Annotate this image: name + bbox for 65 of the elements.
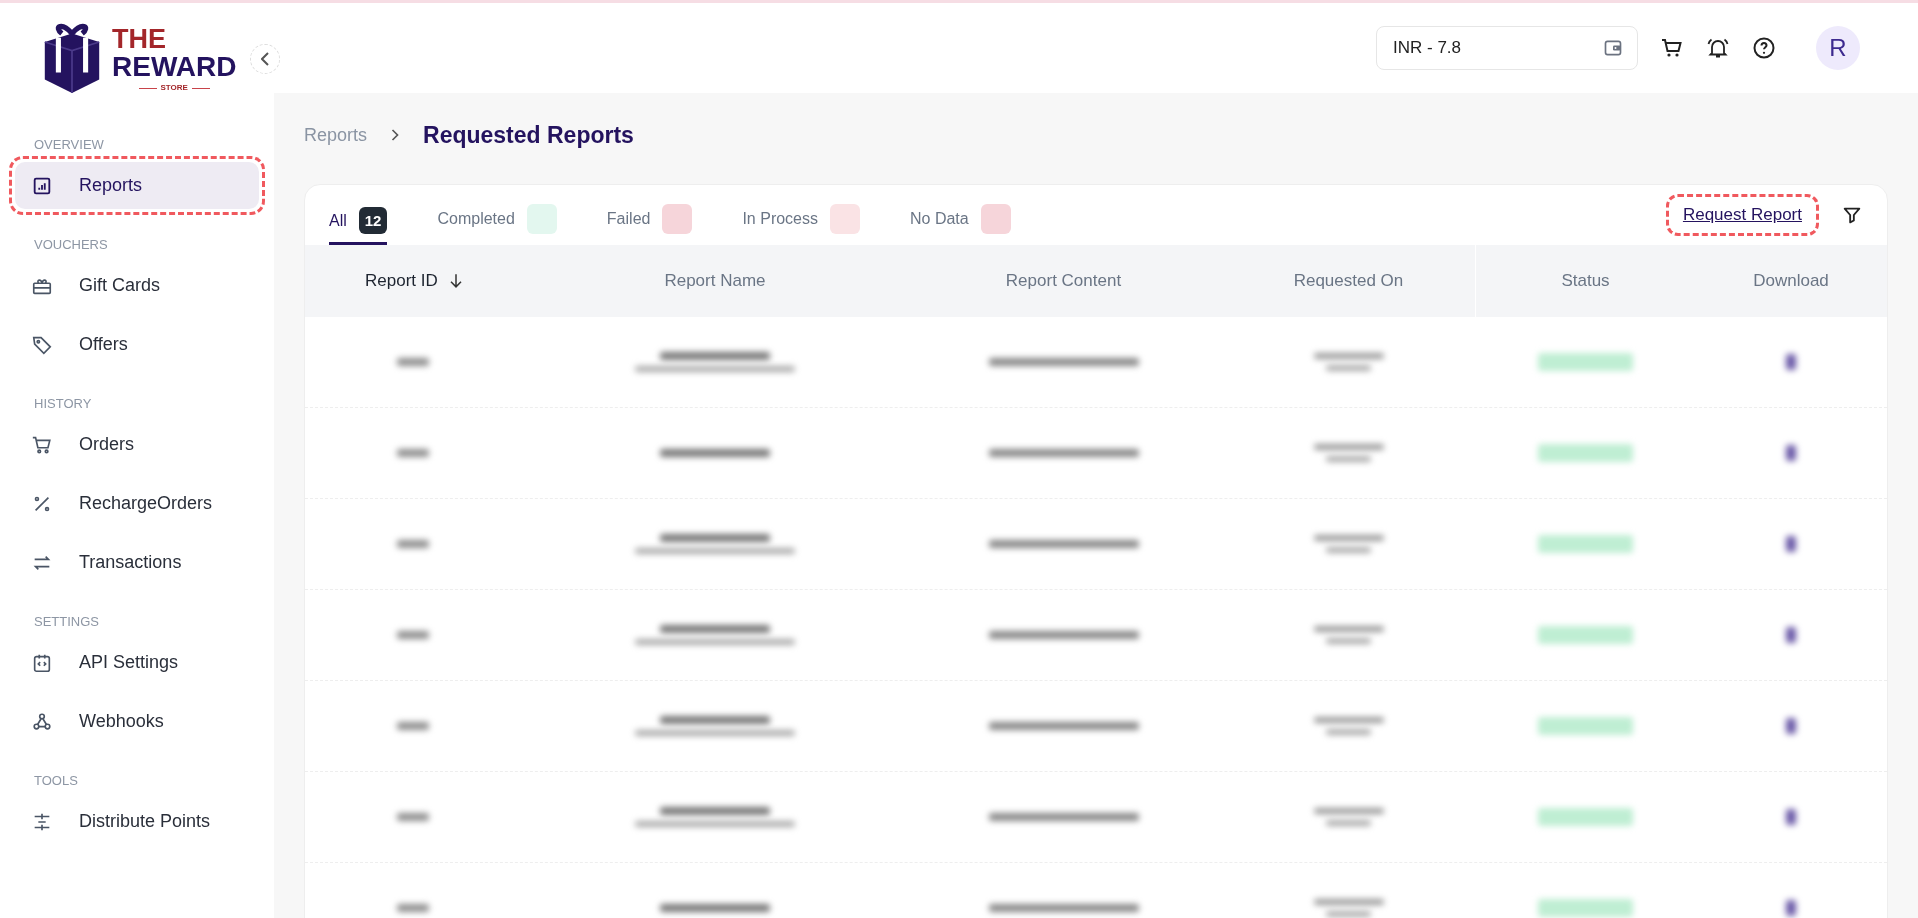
blurred-text — [397, 449, 429, 457]
sidebar-item[interactable]: Transactions — [15, 539, 259, 586]
blurred-text — [1313, 535, 1384, 541]
sidebar-item[interactable]: Distribute Points — [15, 798, 259, 845]
blurred-text — [397, 813, 429, 821]
wallet-icon — [1603, 38, 1623, 58]
filter-tab[interactable]: No Data — [910, 204, 1011, 245]
blurred-download-icon[interactable] — [1786, 536, 1796, 552]
blurred-text — [1313, 353, 1384, 359]
blurred-text — [1326, 729, 1371, 735]
blurred-download-icon[interactable] — [1786, 900, 1796, 916]
column-header[interactable]: Status — [1561, 271, 1610, 291]
filter-tab[interactable]: Completed — [437, 204, 557, 245]
section-heading: TOOLS — [33, 772, 79, 790]
blurred-text — [1313, 444, 1384, 450]
blurred-text — [397, 358, 429, 366]
logo-subtitle: STORE — [138, 84, 210, 92]
blurred-download-icon[interactable] — [1786, 809, 1796, 825]
blurred-download-icon[interactable] — [1786, 627, 1796, 643]
column-header[interactable]: Report Content — [1005, 271, 1122, 291]
blurred-text — [397, 631, 429, 639]
blurred-text — [1326, 638, 1371, 644]
filter-tab[interactable]: In Process — [742, 204, 860, 245]
blurred-download-icon[interactable] — [1786, 354, 1796, 370]
column-header[interactable]: Report Name — [664, 271, 766, 291]
blurred-text — [397, 904, 429, 912]
blurred-text — [1326, 456, 1371, 462]
chevron-left-icon — [261, 52, 270, 66]
blurred-text — [1313, 899, 1384, 905]
section-heading: HISTORY — [33, 395, 93, 413]
column-header[interactable]: Requested On — [1293, 271, 1404, 291]
sidebar-item[interactable]: Orders — [15, 421, 259, 468]
blurred-text — [1326, 820, 1371, 826]
sidebar-item[interactable]: Reports — [15, 162, 259, 209]
sidebar-item[interactable]: Gift Cards — [15, 262, 259, 309]
blurred-download-icon[interactable] — [1786, 445, 1796, 461]
blurred-download-icon[interactable] — [1786, 718, 1796, 734]
column-header[interactable]: Download — [1753, 271, 1829, 291]
column-header[interactable]: Report ID — [365, 271, 438, 291]
logo-text: THE — [112, 26, 167, 53]
sidebar-item[interactable]: API Settings — [15, 639, 259, 686]
blurred-text — [1326, 911, 1371, 917]
webhook-icon — [31, 710, 53, 733]
request-report-link[interactable]: Request Report — [1682, 205, 1802, 224]
count-badge: 12 — [358, 207, 388, 234]
avatar[interactable]: R — [1816, 26, 1860, 70]
page-title: Requested Reports — [423, 121, 634, 149]
blurred-text — [1313, 717, 1384, 723]
section-heading: OVERVIEW — [33, 136, 105, 154]
blurred-text — [397, 722, 429, 730]
balance-field[interactable]: INR - 7.8 — [1376, 26, 1638, 70]
sidebar-item[interactable]: Webhooks — [15, 698, 259, 745]
sidebar-item[interactable]: RechargeOrders — [15, 480, 259, 527]
sidebar-item[interactable]: Offers — [15, 321, 259, 368]
blurred-text — [397, 540, 429, 548]
help-icon[interactable] — [1752, 36, 1776, 60]
section-heading: SETTINGS — [33, 613, 100, 631]
logo-text: REWARD — [112, 53, 237, 81]
bell-icon[interactable] — [1706, 36, 1730, 60]
blurred-text — [1326, 547, 1371, 553]
section-heading: VOUCHERS — [33, 236, 109, 254]
blurred-text — [1313, 808, 1384, 814]
filter-tab[interactable]: Failed — [606, 204, 693, 245]
blurred-text — [1326, 365, 1371, 371]
blurred-text — [1313, 626, 1384, 632]
